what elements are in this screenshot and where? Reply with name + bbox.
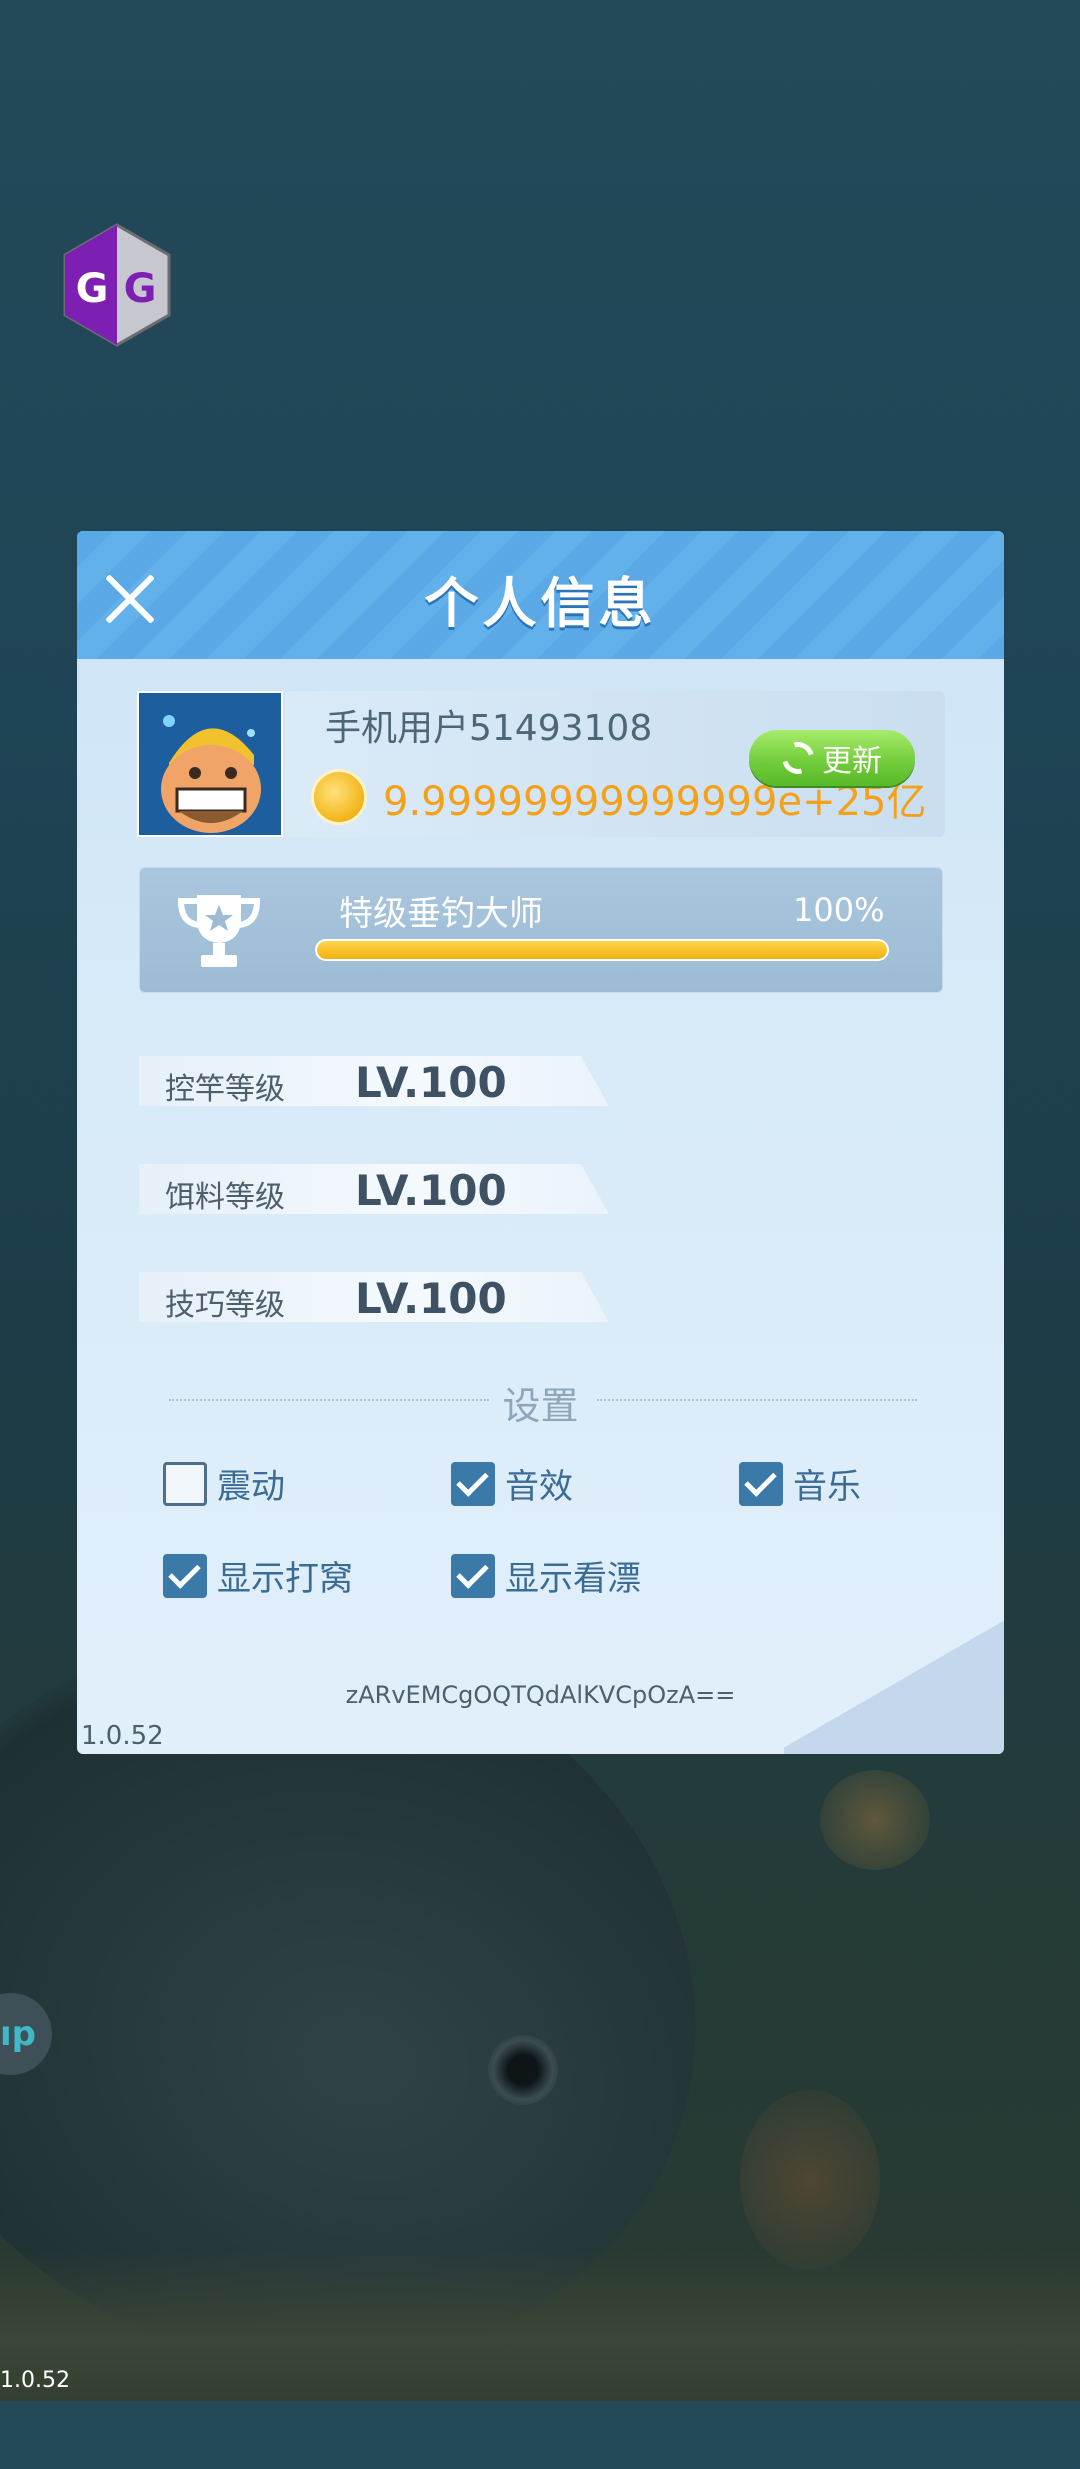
level-value: LV.100 bbox=[355, 1274, 507, 1323]
svg-text:G: G bbox=[76, 266, 109, 312]
checkbox-label: 显示打窝 bbox=[217, 1559, 353, 1599]
username: 手机用户51493108 bbox=[325, 708, 653, 749]
setting-vibration[interactable]: 震动 bbox=[163, 1459, 285, 1508]
rank-progress-fill bbox=[317, 941, 887, 959]
level-label: 饵料等级 bbox=[165, 1180, 285, 1215]
checkbox[interactable] bbox=[163, 1461, 207, 1506]
level-row-skill: 技巧等级 LV.100 bbox=[139, 1272, 609, 1323]
level-row-bait: 饵料等级 LV.100 bbox=[139, 1164, 609, 1215]
level-row-rod: 控竿等级 LV.100 bbox=[139, 1056, 609, 1107]
level-value: LV.100 bbox=[355, 1166, 507, 1215]
checkbox[interactable] bbox=[451, 1553, 495, 1598]
svg-text:G: G bbox=[124, 266, 157, 312]
rank-title: 特级垂钓大师 bbox=[339, 894, 543, 934]
setting-sound-effects[interactable]: 音效 bbox=[451, 1459, 573, 1508]
checkbox-label: 震动 bbox=[217, 1467, 285, 1507]
rank-progress-text: 100% bbox=[793, 891, 885, 929]
coin-icon bbox=[311, 769, 367, 825]
refresh-icon bbox=[776, 736, 820, 780]
rank-progress-bar bbox=[315, 939, 889, 961]
checkbox[interactable] bbox=[739, 1461, 783, 1506]
background-ground bbox=[0, 2250, 1080, 2401]
gameguardian-icon[interactable]: G G bbox=[62, 222, 172, 348]
panel-title: 个人信息 bbox=[424, 572, 657, 635]
update-button[interactable]: 更新 bbox=[749, 730, 915, 786]
checkbox[interactable] bbox=[163, 1553, 207, 1598]
checkbox-label: 显示看漂 bbox=[505, 1559, 641, 1599]
panel-version: 1.0.52 bbox=[81, 1721, 164, 1751]
settings-title: 设置 bbox=[502, 1384, 579, 1428]
bubble-label: ıp bbox=[0, 2014, 36, 2054]
setting-show-chumming[interactable]: 显示打窝 bbox=[163, 1551, 353, 1600]
profile-panel: 个人信息 手机用户51493108 9.99999999999999e+25亿 … bbox=[77, 531, 1004, 1754]
checkbox-label: 音效 bbox=[505, 1467, 573, 1507]
background-weed bbox=[820, 1770, 930, 1870]
setting-music[interactable]: 音乐 bbox=[739, 1459, 861, 1508]
checkbox-label: 音乐 bbox=[793, 1467, 861, 1507]
fish-eye bbox=[488, 2035, 558, 2105]
trophy-icon bbox=[169, 889, 269, 973]
account-token: zARvEMCgOQTQdAlKVCpOzA== bbox=[345, 1681, 736, 1709]
checkbox[interactable] bbox=[451, 1461, 495, 1506]
corner-version: 1.0.52 bbox=[0, 2368, 70, 2393]
level-value: LV.100 bbox=[355, 1058, 507, 1107]
setting-show-float[interactable]: 显示看漂 bbox=[451, 1551, 641, 1600]
level-label: 控竿等级 bbox=[165, 1072, 285, 1107]
update-label: 更新 bbox=[822, 744, 882, 779]
avatar[interactable] bbox=[137, 691, 283, 837]
background-weed bbox=[740, 2090, 880, 2270]
level-label: 技巧等级 bbox=[165, 1288, 285, 1323]
